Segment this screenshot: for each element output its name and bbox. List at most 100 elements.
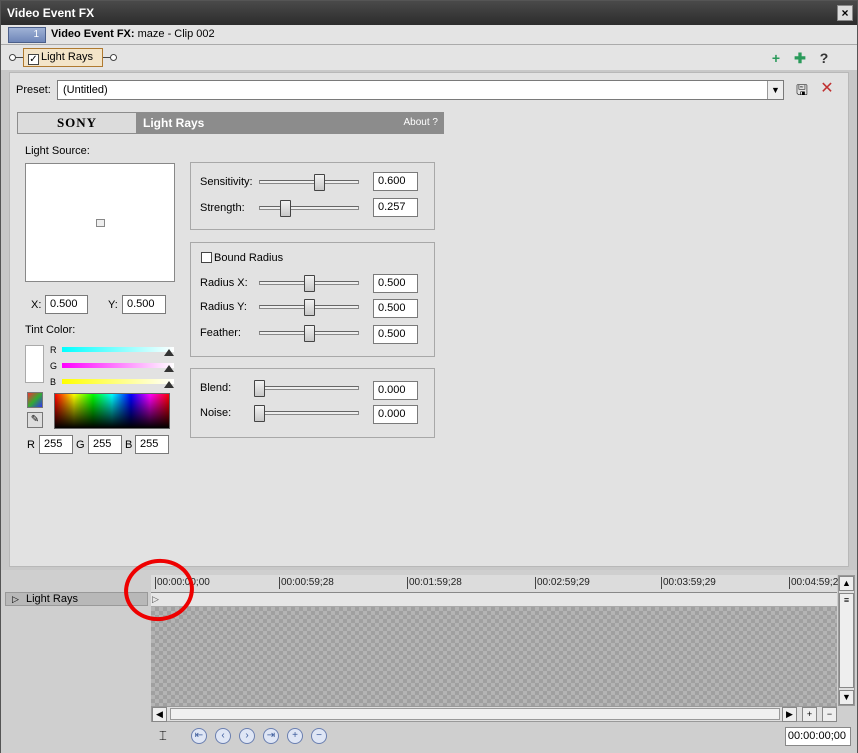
x-field[interactable]: 0.500	[45, 295, 88, 314]
radius-x-field[interactable]: 0.500	[373, 274, 418, 293]
horizontal-scrollbar[interactable]: ◀ ▶ + −	[151, 706, 837, 722]
timecode-display[interactable]: 00:00:00;00	[785, 727, 851, 746]
track-area[interactable]	[151, 607, 837, 706]
video-event-fx-window: Video Event FX × 1 Video Event FX: maze …	[0, 0, 858, 753]
transport-bar: ⌶ ⇤ ‹ › ⇥ + − 00:00:00;00	[151, 724, 855, 749]
zoom-in-icon[interactable]: +	[802, 707, 817, 722]
blend-field[interactable]: 0.000	[373, 381, 418, 400]
radius-group: Bound Radius Radius X: 0.500 Radius Y: 0…	[190, 242, 435, 357]
plug-in-chain-icon[interactable]: +	[767, 49, 785, 67]
noise-field[interactable]: 0.000	[373, 405, 418, 424]
radius-x-label: Radius X:	[200, 277, 248, 289]
g-field[interactable]: 255	[88, 435, 122, 454]
blend-track[interactable]	[259, 386, 359, 390]
scroll-down-icon[interactable]: ▼	[839, 690, 854, 705]
track-number-badge[interactable]: 1	[8, 27, 46, 43]
color-spectrum[interactable]	[54, 393, 170, 429]
scroll-left-icon[interactable]: ◀	[152, 707, 167, 722]
prev-keyframe-icon[interactable]: ‹	[215, 728, 231, 744]
noise-label: Noise:	[200, 407, 232, 419]
feather-field[interactable]: 0.500	[373, 325, 418, 344]
strength-field[interactable]: 0.257	[373, 198, 418, 217]
b-bar-marker[interactable]	[164, 381, 174, 388]
blend-noise-group: Blend: 0.000 Noise: 0.000	[190, 368, 435, 438]
tint-color-label: Tint Color:	[25, 324, 76, 336]
light-source-pad[interactable]	[25, 163, 175, 282]
plugin-enable-checkbox[interactable]: ✓	[28, 54, 39, 65]
color-palette-icon[interactable]	[27, 392, 43, 408]
sensitivity-thumb[interactable]	[314, 174, 325, 191]
light-source-label: Light Source:	[25, 145, 90, 157]
fx-panel: Preset: (Untitled) ▼ 🖫 ✕ SONY Light Rays…	[9, 72, 849, 567]
help-icon[interactable]: ?	[815, 49, 833, 67]
ruler-tick: 00:02:59;29	[535, 577, 590, 589]
r-field[interactable]: 255	[39, 435, 73, 454]
vertical-scrollbar[interactable]: ▲ ≡ ▼	[838, 575, 855, 706]
g-color-bar[interactable]	[62, 363, 174, 368]
r-bar-label: R	[50, 345, 57, 355]
sensitivity-track[interactable]	[259, 180, 359, 184]
eyedropper-icon[interactable]: ✎	[27, 412, 43, 428]
sony-logo: SONY	[18, 113, 136, 133]
r-bar-marker[interactable]	[164, 349, 174, 356]
strength-track[interactable]	[259, 206, 359, 210]
bound-radius-checkbox[interactable]	[201, 252, 212, 263]
plugin-chain-label: Light Rays	[41, 51, 93, 63]
plugin-chain: ✓ Light Rays + ✚ ?	[1, 45, 857, 70]
plugin-title-bar: SONY Light Rays About ?	[17, 112, 444, 134]
delete-preset-icon[interactable]: ✕	[818, 80, 836, 98]
ruler-tick: 00:01:59;28	[407, 577, 462, 589]
noise-track[interactable]	[259, 411, 359, 415]
expand-arrow-icon[interactable]: ▷	[12, 593, 19, 605]
ruler-tick: 00:03:59;29	[661, 577, 716, 589]
preset-value: (Untitled)	[63, 84, 108, 96]
r-color-bar[interactable]	[62, 347, 174, 352]
b-bar-label: B	[50, 377, 57, 387]
go-to-end-icon[interactable]: ⇥	[263, 728, 279, 744]
strength-thumb[interactable]	[280, 200, 291, 217]
light-source-handle[interactable]	[96, 219, 105, 227]
preset-dropdown[interactable]: (Untitled) ▼	[57, 80, 784, 100]
radius-y-field[interactable]: 0.500	[373, 299, 418, 318]
sensitivity-field[interactable]: 0.600	[373, 172, 418, 191]
next-keyframe-icon[interactable]: ›	[239, 728, 255, 744]
b-color-bar[interactable]	[62, 379, 174, 384]
remove-plugin-icon[interactable]: ✚	[791, 49, 809, 67]
fx-header-label: Video Event FX:	[51, 28, 135, 40]
radius-y-thumb[interactable]	[304, 299, 315, 316]
chevron-down-icon[interactable]: ▼	[767, 81, 783, 99]
close-icon[interactable]: ×	[837, 5, 853, 21]
title-bar: Video Event FX ×	[1, 1, 857, 25]
horizontal-scroll-thumb[interactable]	[170, 708, 780, 720]
scroll-up-icon[interactable]: ▲	[839, 576, 854, 591]
plugin-title: Light Rays	[143, 116, 205, 130]
radius-y-label: Radius Y:	[200, 301, 247, 313]
feather-thumb[interactable]	[304, 325, 315, 342]
lock-envelope-icon[interactable]: ⌶	[159, 728, 167, 744]
ruler-tick: 00:00:59;28	[279, 577, 334, 589]
zoom-out-icon[interactable]: −	[822, 707, 837, 722]
delete-keyframe-icon[interactable]: −	[311, 728, 327, 744]
keyframe-strip[interactable]: ▷	[151, 593, 837, 607]
add-keyframe-icon[interactable]: +	[287, 728, 303, 744]
radius-x-thumb[interactable]	[304, 275, 315, 292]
y-field[interactable]: 0.500	[122, 295, 166, 314]
bound-radius-checkbox-row[interactable]: Bound Radius	[201, 252, 283, 264]
strength-label: Strength:	[200, 202, 245, 214]
ruler-tick: 00:04:59;2	[788, 577, 839, 589]
blend-thumb[interactable]	[254, 380, 265, 397]
plugin-chain-item[interactable]: ✓ Light Rays	[23, 48, 103, 67]
go-to-start-icon[interactable]: ⇤	[191, 728, 207, 744]
track-label: Light Rays	[26, 593, 78, 605]
save-preset-icon[interactable]: 🖫	[794, 82, 810, 98]
noise-thumb[interactable]	[254, 405, 265, 422]
fx-header-title: Video Event FX: maze - Clip 002	[51, 28, 215, 40]
b-field[interactable]: 255	[135, 435, 169, 454]
vertical-scroll-thumb[interactable]: ≡	[839, 593, 854, 688]
r-label: R	[27, 439, 35, 451]
fx-header: 1 Video Event FX: maze - Clip 002	[1, 25, 857, 45]
time-ruler[interactable]: 00:00:00;00 00:00:59;28 00:01:59;28 00:0…	[151, 575, 839, 593]
about-link[interactable]: About ?	[404, 117, 438, 128]
scroll-right-icon[interactable]: ▶	[782, 707, 797, 722]
g-bar-marker[interactable]	[164, 365, 174, 372]
